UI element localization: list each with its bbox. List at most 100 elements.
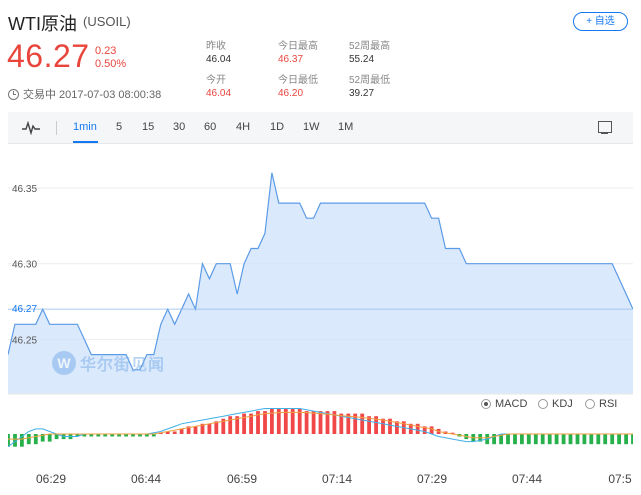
- stat-label: 52周最低: [349, 75, 391, 86]
- stat-value: 46.04: [206, 54, 232, 65]
- instrument-title: WTI原油: [8, 14, 77, 34]
- macd-bar: [533, 434, 538, 445]
- period-5[interactable]: 5: [116, 121, 122, 133]
- trade-status: 交易中 2017-07-03 08:00:38: [8, 86, 161, 102]
- macd-bar: [540, 434, 545, 445]
- macd-bar: [429, 426, 434, 434]
- price-change: 0.23 0.50%: [95, 45, 126, 71]
- macd-bar: [520, 434, 524, 445]
- macd-bar: [415, 423, 420, 434]
- macd-bar: [304, 411, 309, 434]
- add-watchlist-button[interactable]: + 自选: [573, 12, 628, 31]
- radio-icon[interactable]: [538, 399, 548, 409]
- macd-bar: [228, 416, 233, 434]
- instrument-symbol: (USOIL): [83, 14, 131, 29]
- period-15[interactable]: 15: [142, 121, 154, 133]
- macd-bar: [624, 434, 628, 445]
- period-1m[interactable]: 1M: [338, 121, 353, 133]
- macd-bar: [381, 418, 385, 434]
- macd-bar: [179, 428, 184, 434]
- stat-52w-low: 52周最低 39.27: [349, 74, 390, 100]
- macd-bar: [547, 434, 552, 445]
- indicator-macd[interactable]: MACD: [481, 398, 527, 410]
- y-tick-label: 46.25: [12, 335, 37, 346]
- macd-bar: [589, 434, 594, 445]
- fullscreen-icon[interactable]: [598, 121, 612, 134]
- stat-label: 今日最低: [278, 75, 318, 86]
- watermark-text: 华尔街见闻: [80, 357, 166, 374]
- period-4h[interactable]: 4H: [236, 121, 250, 133]
- period-1min[interactable]: 1min: [73, 121, 97, 133]
- macd-bar: [26, 434, 31, 445]
- stat-value: 55.24: [349, 54, 375, 65]
- chart-toolbar: 1min 5 15 30 60 4H 1D 1W 1M: [8, 112, 633, 144]
- stat-value: 46.20: [278, 88, 304, 99]
- change-value: 0.23: [95, 45, 117, 57]
- stat-value: 46.04: [206, 88, 232, 99]
- x-tick-label: 07:29: [416, 472, 448, 486]
- stat-day-low: 今日最低 46.20: [278, 74, 318, 100]
- x-tick-label: 07:14: [321, 472, 353, 486]
- macd-bar: [33, 434, 38, 445]
- stat-open: 今开 46.04: [206, 74, 231, 100]
- active-period-indicator: [73, 141, 98, 143]
- stat-label: 52周最高: [349, 41, 391, 52]
- macd-bar: [513, 434, 517, 445]
- macd-bar: [242, 413, 246, 434]
- macd-bar: [207, 423, 212, 434]
- indicator-rsi[interactable]: RSI: [585, 398, 617, 410]
- macd-bar: [631, 434, 633, 445]
- chart-type-icon[interactable]: [22, 121, 40, 135]
- y-tick-label: 46.30: [12, 260, 37, 271]
- x-tick-label: 07:5: [608, 472, 632, 486]
- quote-header: WTI原油 (USOIL) 46.27 0.23 0.50% 交易中 2017-…: [0, 0, 641, 110]
- toolbar-divider: [56, 121, 57, 135]
- watermark: W 华尔街见闻: [52, 351, 165, 375]
- macd-bar: [8, 434, 10, 447]
- macd-bar: [617, 434, 621, 445]
- x-tick-label: 06:29: [35, 472, 67, 486]
- stat-value: 39.27: [349, 88, 375, 99]
- macd-bar: [568, 434, 573, 445]
- indicator-label: MACD: [495, 398, 528, 410]
- macd-bar: [172, 431, 177, 434]
- x-tick-label: 07:44: [511, 472, 543, 486]
- radio-selected-icon[interactable]: [481, 399, 491, 409]
- indicator-label: RSI: [599, 398, 618, 410]
- period-1d[interactable]: 1D: [270, 121, 284, 133]
- macd-bar: [582, 434, 587, 445]
- last-price: 46.27: [7, 38, 90, 74]
- period-60[interactable]: 60: [204, 121, 216, 133]
- macd-bar: [554, 434, 559, 445]
- current-price-label: 46.27: [12, 304, 37, 315]
- y-tick-label: 46.35: [12, 184, 37, 195]
- stat-day-high: 今日最高 46.37: [278, 40, 318, 66]
- watermark-logo-icon: W: [52, 351, 76, 375]
- macd-bar: [270, 408, 274, 434]
- stat-52w-high: 52周最高 55.24: [349, 40, 390, 66]
- indicator-label: KDJ: [552, 398, 573, 410]
- macd-bar: [360, 413, 365, 434]
- macd-bar: [506, 434, 510, 445]
- stat-value: 46.37: [278, 54, 304, 65]
- period-1w[interactable]: 1W: [303, 121, 320, 133]
- indicator-kdj[interactable]: KDJ: [538, 398, 573, 410]
- macd-bar: [603, 434, 608, 445]
- macd-bar: [526, 434, 531, 445]
- macd-bar: [47, 434, 52, 442]
- macd-bar: [263, 411, 267, 434]
- macd-bar: [596, 434, 601, 445]
- macd-bar: [318, 411, 323, 434]
- macd-bar: [610, 434, 615, 445]
- macd-bar: [561, 434, 566, 445]
- stat-label: 今开: [206, 75, 226, 86]
- radio-icon[interactable]: [585, 399, 595, 409]
- macd-bar: [311, 411, 316, 434]
- period-30[interactable]: 30: [173, 121, 185, 133]
- stat-prev-close: 昨收 46.04: [206, 40, 231, 66]
- change-percent: 0.50%: [95, 58, 127, 70]
- macd-bar: [193, 426, 198, 434]
- stat-label: 今日最高: [278, 41, 318, 52]
- trade-time: 交易中 2017-07-03 08:00:38: [23, 89, 162, 101]
- x-tick-label: 06:59: [226, 472, 258, 486]
